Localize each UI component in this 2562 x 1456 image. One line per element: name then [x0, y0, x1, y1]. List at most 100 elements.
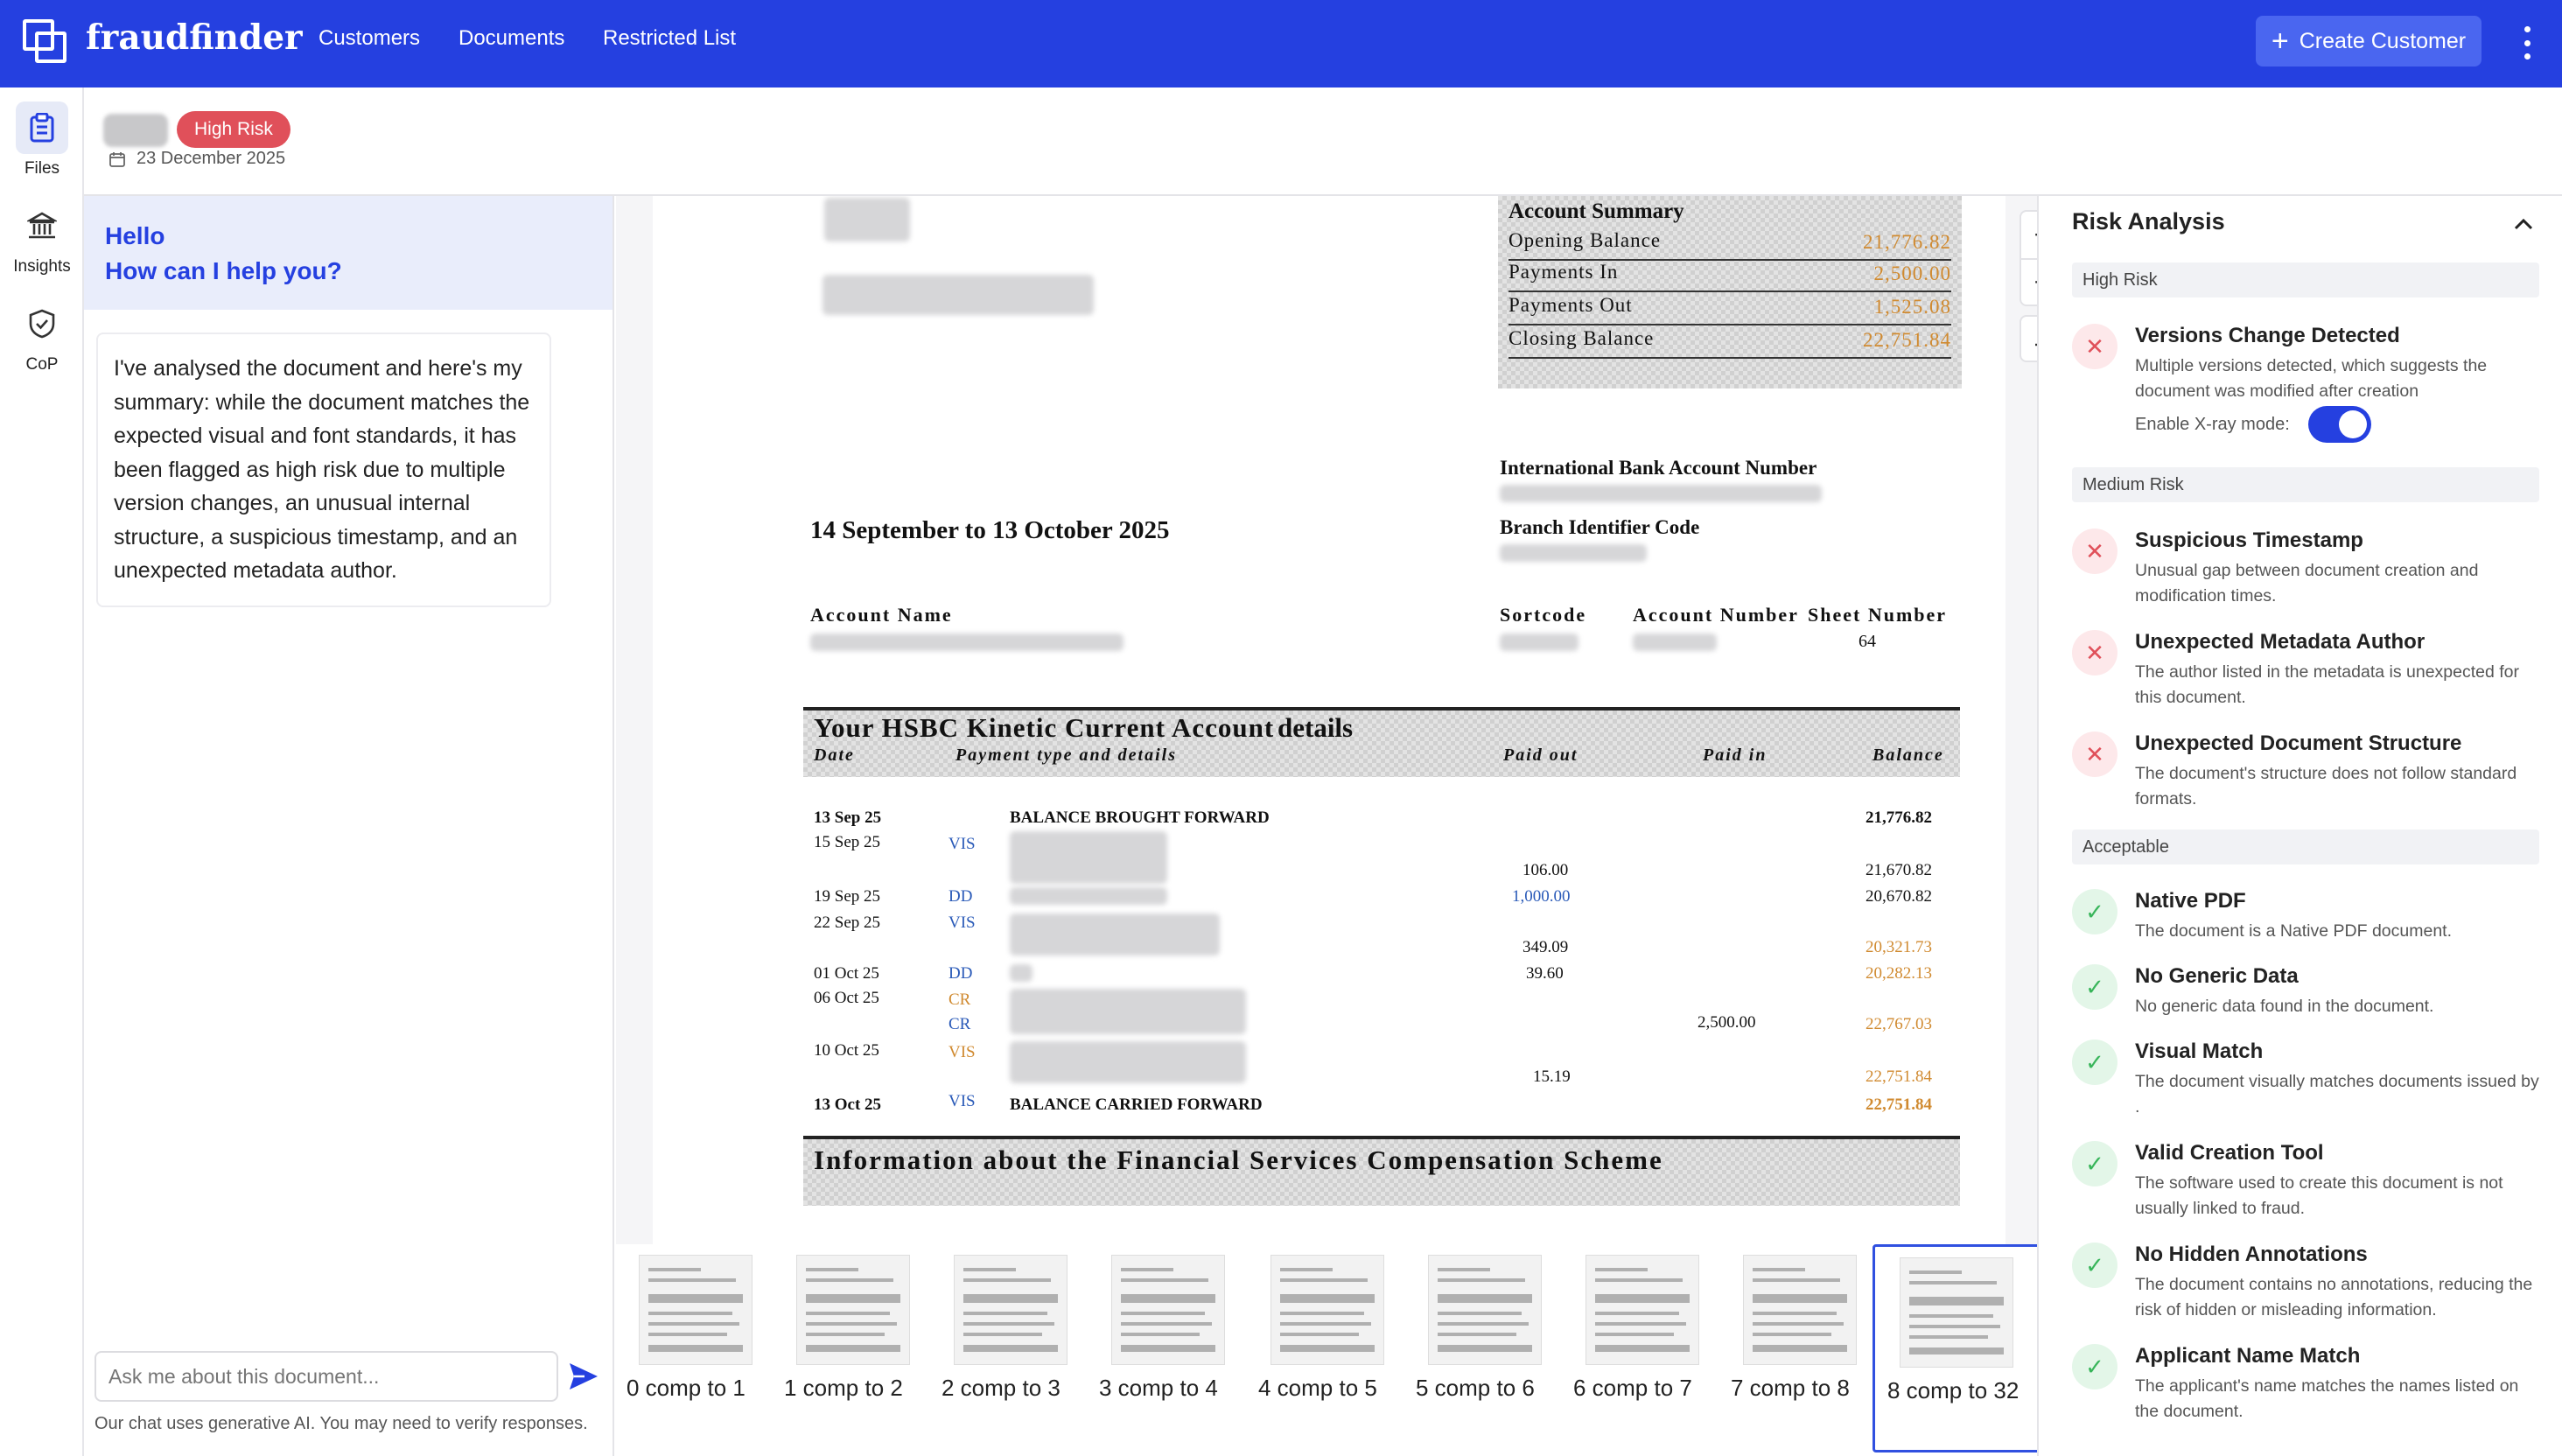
greeting-hello: Hello	[105, 222, 165, 249]
risk-item-desc: Multiple versions detected, which sugges…	[2135, 356, 2488, 401]
chat-disclaimer: Our chat uses generative AI. You may nee…	[94, 1414, 588, 1433]
check-icon: ✓	[2072, 1344, 2118, 1390]
more-menu-icon[interactable]	[2516, 23, 2538, 63]
logo-icon	[23, 19, 66, 63]
thumbnail-image	[1428, 1255, 1542, 1365]
send-icon[interactable]	[567, 1360, 600, 1393]
check-desc: No generic data found in the document.	[2135, 997, 2434, 1016]
plus-icon: +	[2271, 24, 2289, 58]
check-title: No Generic Data	[2135, 964, 2299, 988]
tx-in: 2,500.00	[1698, 1013, 1756, 1032]
rail-item-files[interactable]: Files	[0, 102, 84, 178]
risk-item-title: Unexpected Metadata Author	[2135, 630, 2426, 654]
tx-balance: 21,776.82	[1866, 808, 1932, 827]
category-medium-risk: Medium Risk	[2072, 467, 2539, 502]
fscs-title: Information about the Financial Services…	[814, 1144, 1663, 1175]
rail-item-insights[interactable]: Insights	[0, 200, 84, 276]
create-customer-button[interactable]: + Create Customer	[2256, 16, 2482, 66]
tx-date: 01 Oct 25	[814, 964, 879, 983]
tx-balance: 21,670.82	[1866, 861, 1932, 879]
left-rail: Files Insights CoP	[0, 88, 84, 1456]
zoom-in-icon[interactable]: +	[2021, 212, 2037, 258]
nav-customers[interactable]: Customers	[318, 26, 420, 51]
account-number-label: Account Number	[1633, 604, 1799, 626]
document-viewer[interactable]: Account Summary Opening Balance 21,776.82…	[616, 196, 2037, 1244]
thumbnail[interactable]: 7 comp to 8	[1731, 1253, 1878, 1449]
redacted-sortcode	[1500, 634, 1578, 651]
check-icon: ✓	[2072, 1040, 2118, 1085]
chat-greeting: Hello How can I help you?	[84, 196, 612, 310]
check-title: Applicant Name Match	[2135, 1344, 2361, 1368]
thumbnail-label: 2 comp to 3	[942, 1375, 1060, 1401]
thumbnail[interactable]: 5 comp to 6	[1416, 1253, 1563, 1449]
tx-out: 15.19	[1533, 1068, 1571, 1086]
summary-value: 1,525.08	[1873, 296, 1951, 318]
tx-type: VIS	[948, 1092, 976, 1110]
thumbnail-label: 6 comp to 7	[1573, 1375, 1692, 1401]
nav-documents[interactable]: Documents	[458, 26, 564, 51]
chat-message: I've analysed the document and here's my…	[96, 332, 551, 607]
summary-title: Account Summary	[1508, 200, 1684, 223]
document-page: Account Summary Opening Balance 21,776.82…	[653, 196, 2006, 1244]
thumbnail[interactable]: 6 comp to 7	[1573, 1253, 1720, 1449]
check-desc: The document visually matches documents …	[2135, 1072, 2539, 1116]
redacted-account-number	[1633, 634, 1717, 651]
thumbnail[interactable]: 4 comp to 5	[1258, 1253, 1405, 1449]
redacted-logo	[824, 198, 910, 242]
rail-label-files: Files	[24, 159, 60, 178]
redacted-tx-details	[1010, 989, 1246, 1034]
risk-item-title: Versions Change Detected	[2135, 324, 2400, 347]
zoom-out-icon[interactable]: −	[2021, 258, 2037, 304]
tx-balance: 22,751.84	[1866, 1068, 1932, 1086]
top-navbar: fraudfinder Customers Documents Restrict…	[0, 0, 2562, 88]
tx-type: VIS	[948, 1043, 976, 1061]
check-desc: The document is a Native PDF document.	[2135, 921, 2452, 941]
details-word: details	[1278, 712, 1354, 743]
thumbnail-label: 5 comp to 6	[1416, 1375, 1535, 1401]
brand-name[interactable]: fraudfinder	[86, 18, 303, 58]
calendar-icon	[109, 151, 125, 167]
bic-label: Branch Identifier Code	[1500, 516, 1700, 538]
risk-item-title: Unexpected Document Structure	[2135, 732, 2462, 755]
thumbnail-selected[interactable]: 8 comp to 32	[1872, 1244, 2040, 1452]
viewer-download-button[interactable]	[2020, 315, 2037, 362]
rail-label-cop: CoP	[25, 355, 59, 374]
check-icon: ✓	[2072, 1242, 2118, 1288]
redacted-tx-details	[1010, 887, 1167, 905]
tx-date: 22 Sep 25	[814, 914, 880, 932]
tx-out: 349.09	[1522, 938, 1569, 956]
rail-item-cop[interactable]: CoP	[0, 298, 84, 374]
tx-out: 106.00	[1522, 861, 1569, 879]
risk-item-title: Suspicious Timestamp	[2135, 528, 2363, 552]
tx-details: BALANCE CARRIED FORWARD	[1010, 1096, 1263, 1114]
summary-row: Payments In 2,500.00	[1508, 261, 1951, 292]
tx-date: 06 Oct 25	[814, 989, 879, 1007]
redacted-tx-details	[1010, 964, 1032, 982]
check-title: Visual Match	[2135, 1040, 2264, 1063]
check-title: No Hidden Annotations	[2135, 1242, 2368, 1266]
risk-badge: High Risk	[177, 111, 290, 148]
document-header: High Risk 23 December 2025	[84, 88, 2562, 196]
thumbnail[interactable]: 1 comp to 2	[784, 1253, 931, 1449]
customer-name-redacted	[103, 114, 168, 147]
thumbnail[interactable]: 0 comp to 1	[626, 1253, 774, 1449]
tx-out: 1,000.00	[1512, 887, 1571, 906]
nav-restricted-list[interactable]: Restricted List	[603, 26, 736, 51]
chevron-up-icon[interactable]	[2511, 214, 2536, 234]
xray-mode-toggle[interactable]	[2308, 406, 2371, 443]
x-icon: ✕	[2072, 324, 2118, 369]
thumbnail-image	[1586, 1255, 1699, 1365]
tx-type: CR	[948, 1015, 971, 1033]
thumbnail-label: 4 comp to 5	[1258, 1375, 1377, 1401]
thumbnail[interactable]: 3 comp to 4	[1099, 1253, 1246, 1449]
category-high-risk: High Risk	[2072, 262, 2539, 298]
chat-input[interactable]	[94, 1351, 558, 1402]
tx-balance: 22,767.03	[1866, 1015, 1932, 1033]
tx-details: BALANCE BROUGHT FORWARD	[1010, 808, 1270, 827]
check-icon: ✓	[2072, 1141, 2118, 1186]
thumbnail[interactable]: 2 comp to 3	[942, 1253, 1088, 1449]
thumbnail-image	[1900, 1257, 2013, 1368]
xray-mode-label: Enable X-ray mode:	[2135, 415, 2290, 434]
account-title: Your HSBC Kinetic Current Account	[814, 712, 1275, 743]
check-title: Native PDF	[2135, 889, 2246, 913]
